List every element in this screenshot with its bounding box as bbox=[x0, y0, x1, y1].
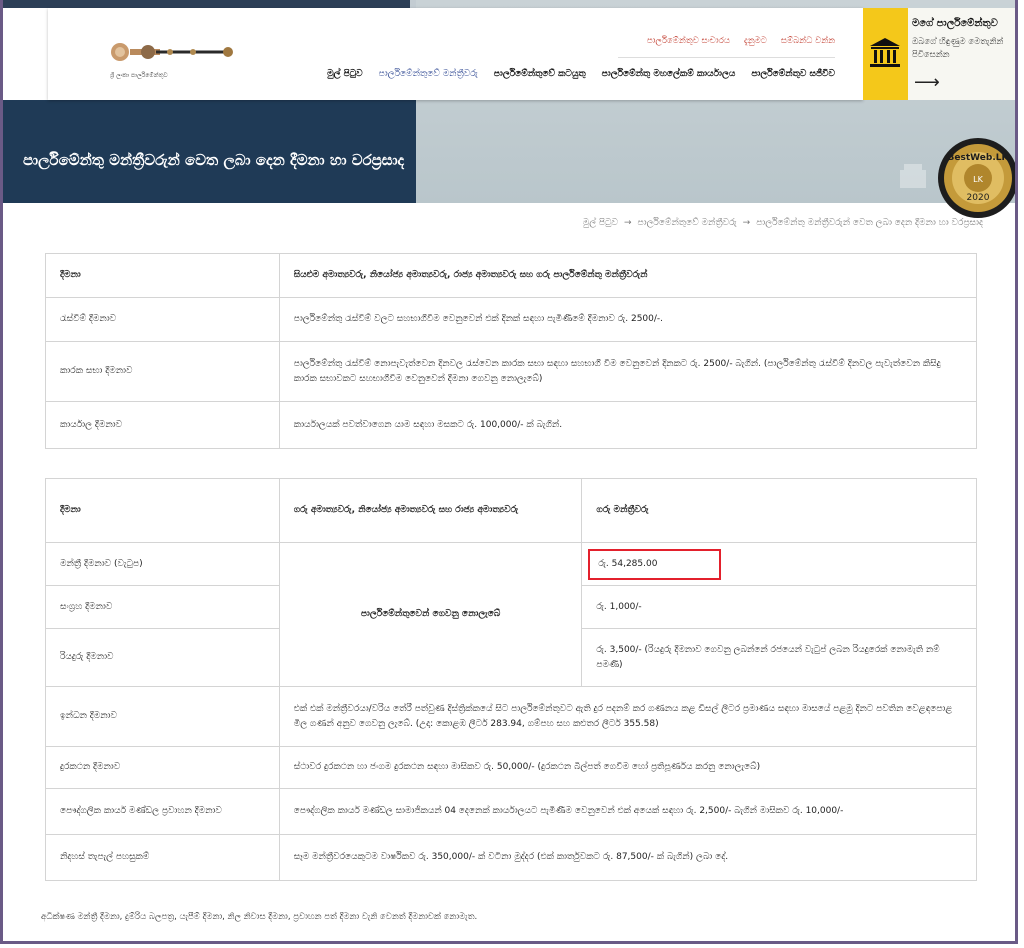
header-cell: දීමනා bbox=[45, 253, 280, 298]
table-row: නිදහස් තැපැල් පහසුකම් සෑම මන්ත්‍රීවරයෙකු… bbox=[45, 834, 978, 881]
allowance-name: ඉන්ධන දීමනාව bbox=[45, 686, 280, 747]
not-paid-note: පාර්ලිමේන්තුවෙන් ගෙවනු නොලැබේ bbox=[278, 542, 583, 687]
nav-home[interactable]: මුල් පිටුව bbox=[327, 69, 363, 79]
allowance-detail: පාර්ලිමේන්තු රැස්වීම් වලට සහභාගීවීම වෙනු… bbox=[278, 297, 978, 342]
breadcrumb-separator: → bbox=[742, 218, 751, 228]
my-parliament-promo[interactable]: මගේ පාර්ලිමේන්තුව ඔබගේ හිඳුණුම මෙතැනින් … bbox=[908, 8, 1015, 100]
allowance-name: මන්ත්‍රී දීමනාව (වැටුප) bbox=[45, 542, 280, 586]
allowance-detail: කාර්යාලයක් පවත්වාගෙන යාම සඳහා මසකට රු. 1… bbox=[278, 401, 978, 449]
breadcrumb-current: පාර්ලිමේන්තු මන්ත්‍රීවරුන් වෙත ලබා දෙන ද… bbox=[756, 218, 983, 228]
bestweb-award-badge: BestWeb.LK LK 2020 bbox=[938, 138, 1015, 218]
allowance-detail: පාර්ලිමේන්තු රැස්වීම් නොපැවැත්වෙන දිනවල … bbox=[278, 341, 978, 402]
allowance-name: සංග්‍රහ දීමනාව bbox=[45, 585, 280, 629]
parliament-building-icon bbox=[870, 38, 900, 67]
badge-year: 2020 bbox=[967, 193, 990, 203]
table-header-row: දීමනා සියළුම අමාත්‍යවරු, නියෝජ්‍ය අමාත්‍… bbox=[45, 253, 978, 298]
promo-text: ඔබගේ හිඳුණුම මෙතැනින් පිවිසෙන්න bbox=[912, 37, 1004, 60]
breadcrumb-separator: → bbox=[623, 218, 632, 228]
table-row: මන්ත්‍රී දීමනාව (වැටුප) පාර්ලිමේන්තුවෙන්… bbox=[45, 542, 977, 687]
allowance-detail: සෑම මන්ත්‍රීවරයෙකුටම වාර්ෂිකව රු. 350,00… bbox=[278, 834, 978, 881]
allowance-detail: පෞද්ගලික කාර්ය මණ්ඩල සාමාජිකයන් 04 දෙනෙක… bbox=[278, 788, 978, 835]
nav-secretary-general[interactable]: පාර්ලිමේන්තු මහලේකම් කාර්යාලය bbox=[602, 69, 736, 79]
arrow-right-icon[interactable]: ⟶ bbox=[914, 72, 940, 93]
allowances-table-members: දීමනා ගරු අමාත්‍යවරු, නියෝජ්‍ය අමාත්‍යවර… bbox=[45, 478, 978, 881]
site-header: ශ්‍රී ලංකා පාර්ලිමේන්තුව පාර්ලිමේන්තුව ස… bbox=[48, 8, 863, 100]
header-cell: ගරු අමාත්‍යවරු, නියෝජ්‍ය අමාත්‍යවරු සහ ර… bbox=[278, 478, 583, 543]
allowances-table-all: දීමනා සියළුම අමාත්‍යවරු, නියෝජ්‍ය අමාත්‍… bbox=[45, 253, 978, 449]
page-title: පාර්ලිමේන්තු මන්ත්‍රීවරුන් වෙත ලබා දෙන ද… bbox=[23, 151, 405, 169]
page-frame: පාර්ලිමේන්තු මන්ත්‍රීවරුන් වෙත ලබා දෙන ද… bbox=[0, 0, 1018, 944]
top-links: පාර්ලිමේන්තුව සංචාරය දැනුමට සම්බන්ධ වන්න bbox=[647, 36, 835, 46]
allowance-value: රු. 1,000/- bbox=[581, 585, 977, 629]
table-row: ඉන්ධන දීමනාව එක් එක් මන්ත්‍රීවරයා/වරිය ත… bbox=[45, 686, 978, 747]
nav-live[interactable]: පාර්ලිමේන්තුව සජීවීව bbox=[751, 69, 835, 79]
badge-brand: BestWeb.LK bbox=[948, 153, 1010, 163]
allowance-name: රියදුරු දීමනාව bbox=[45, 628, 280, 687]
link-knowledge[interactable]: දැනුමට bbox=[744, 36, 767, 46]
promo-title: මගේ පාර්ලිමේන්තුව bbox=[912, 18, 998, 29]
table-row: කාරක සභා දීමනාව පාර්ලිමේන්තු රැස්වීම් නො… bbox=[45, 341, 978, 402]
allowance-name: දුරකථන දීමනාව bbox=[45, 746, 280, 789]
parliament-mace-logo[interactable] bbox=[108, 36, 238, 68]
header-cell: දීමනා bbox=[45, 478, 280, 543]
allowance-detail: එක් එක් මන්ත්‍රීවරයා/වරිය තේරී පත්වුණ දි… bbox=[278, 686, 978, 747]
breadcrumb: මුල් පිටුව → පාර්ලිමේන්තුවේ මන්ත්‍රීවරු … bbox=[583, 218, 983, 228]
table-row: කාර්යාල දීමනාව කාර්යාලයක් පවත්වාගෙන යාම … bbox=[45, 401, 978, 449]
table-row: රැස්වීම් දීමනාව පාර්ලිමේන්තු රැස්වීම් වල… bbox=[45, 297, 978, 342]
link-contact[interactable]: සම්බන්ධ වන්න bbox=[781, 36, 835, 46]
logo-caption: ශ්‍රී ලංකා පාර්ලිමේන්තුව bbox=[110, 72, 168, 79]
svg-text:LK: LK bbox=[973, 175, 983, 184]
main-nav: මුල් පිටුව පාර්ලිමේන්තුවේ මන්ත්‍රීවරු පා… bbox=[327, 69, 835, 79]
allowance-name: නිදහස් තැපැල් පහසුකම් bbox=[45, 834, 280, 881]
allowance-value: රු. 3,500/- (රියදුරු දීමනාව ගෙවනු ලබන්නේ… bbox=[581, 628, 977, 687]
allowance-detail: ස්ථාවර දුරකථන හා ජංගම දුරකථන සඳහා මාසිකව… bbox=[278, 746, 978, 789]
link-parliament-tour[interactable]: පාර්ලිමේන්තුව සංචාරය bbox=[647, 36, 730, 46]
table-row: පෞද්ගලික කාර්ය මණ්ඩල ප්‍රවාහන දීමනාව පෞද… bbox=[45, 788, 978, 835]
footnote: අධික්ෂණ මන්ත්‍රී දීමනා, දුම්රිය බලපත්‍ර,… bbox=[41, 912, 478, 922]
allowance-value-cell: රු. 54,285.00 bbox=[581, 542, 977, 586]
header-cell: ගරු මන්ත්‍රීවරු bbox=[581, 478, 977, 543]
nav-members[interactable]: පාර්ලිමේන්තුවේ මන්ත්‍රීවරු bbox=[379, 69, 478, 79]
building-silhouette-icon bbox=[900, 164, 926, 188]
allowance-name: රැස්වීම් දීමනාව bbox=[45, 297, 280, 342]
my-parliament-tile[interactable] bbox=[863, 8, 908, 100]
table-header-row: දීමනා ගරු අමාත්‍යවරු, නියෝජ්‍ය අමාත්‍යවර… bbox=[45, 478, 977, 543]
table-row: දුරකථන දීමනාව ස්ථාවර දුරකථන හා ජංගම දුරක… bbox=[45, 746, 978, 789]
highlighted-salary-value: රු. 54,285.00 bbox=[588, 548, 722, 580]
header-divider bbox=[618, 57, 835, 58]
allowance-name: පෞද්ගලික කාර්ය මණ්ඩල ප්‍රවාහන දීමනාව bbox=[45, 788, 280, 835]
allowance-name: කාර්යාල දීමනාව bbox=[45, 401, 280, 449]
breadcrumb-home[interactable]: මුල් පිටුව bbox=[583, 218, 618, 228]
header-cell: සියළුම අමාත්‍යවරු, නියෝජ්‍ය අමාත්‍යවරු, … bbox=[278, 253, 978, 298]
breadcrumb-members[interactable]: පාර්ලිමේන්තුවේ මන්ත්‍රීවරු bbox=[638, 218, 737, 228]
allowance-name: කාරක සභා දීමනාව bbox=[45, 341, 280, 402]
nav-business[interactable]: පාර්ලිමේන්තුවේ කටයුතු bbox=[494, 69, 586, 79]
